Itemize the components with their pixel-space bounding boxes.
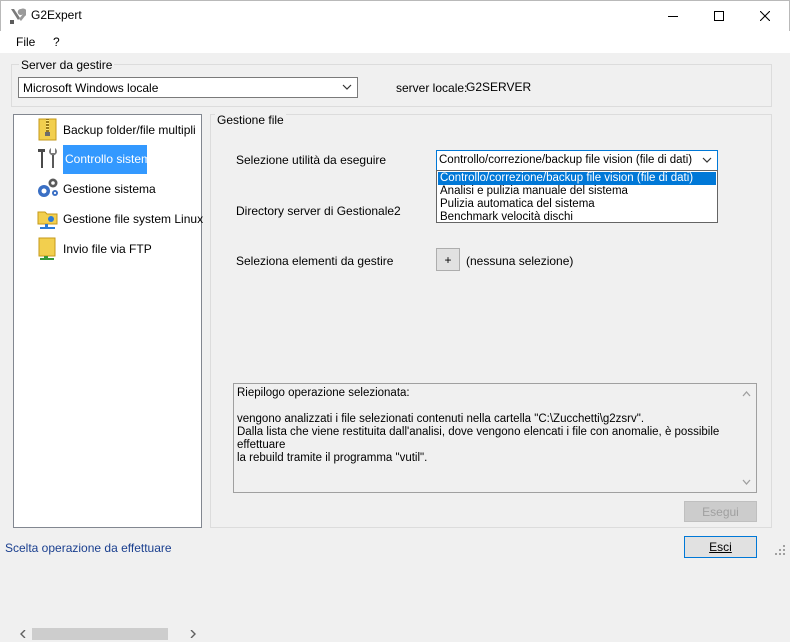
zip-folder-icon bbox=[36, 117, 60, 141]
tree-item-label: Gestione sistema bbox=[63, 182, 156, 196]
add-elements-button[interactable]: + bbox=[436, 248, 460, 271]
utility-combo-value: Controllo/correzione/backup file vision … bbox=[439, 154, 693, 166]
chevron-down-icon[interactable] bbox=[742, 479, 751, 485]
minimize-button[interactable] bbox=[650, 0, 696, 31]
close-icon bbox=[760, 10, 770, 21]
chevron-right-icon[interactable] bbox=[189, 630, 197, 638]
utility-combo[interactable]: Controllo/correzione/backup file vision … bbox=[436, 150, 718, 171]
tree-item-linux[interactable]: Gestione file system Linux bbox=[14, 204, 204, 234]
server-group-label: Server da gestire bbox=[19, 58, 115, 72]
gears-icon bbox=[36, 176, 60, 200]
minimize-icon bbox=[668, 15, 678, 17]
utility-dropdown-list[interactable]: Controllo/correzione/backup file vision … bbox=[436, 170, 718, 223]
menu-file[interactable]: File bbox=[16, 35, 35, 49]
chevron-up-icon[interactable] bbox=[742, 391, 751, 397]
summary-vertical-scrollbar[interactable] bbox=[738, 385, 755, 491]
scrollbar-thumb[interactable] bbox=[32, 628, 168, 640]
local-server-label: server locale: bbox=[396, 81, 468, 95]
selection-status: (nessuna selezione) bbox=[466, 254, 574, 268]
window-title: G2Expert bbox=[31, 8, 82, 22]
ftp-file-icon bbox=[36, 236, 60, 260]
tree-horizontal-scrollbar[interactable] bbox=[15, 626, 202, 642]
menu-bar bbox=[0, 31, 790, 53]
tools-icon bbox=[36, 146, 60, 170]
tree-item-gestione-sistema[interactable]: Gestione sistema bbox=[14, 174, 201, 204]
run-button[interactable]: Esegui bbox=[684, 501, 757, 522]
resize-grip-icon[interactable] bbox=[774, 544, 786, 556]
utility-label: Selezione utilità da eseguire bbox=[236, 153, 387, 167]
close-button[interactable] bbox=[742, 0, 788, 31]
elements-label: Seleziona elementi da gestire bbox=[236, 254, 394, 268]
tree-item-backup[interactable]: Backup folder/file multipli bbox=[14, 115, 201, 145]
chevron-down-icon bbox=[342, 84, 352, 90]
file-management-label: Gestione file bbox=[215, 113, 286, 127]
chevron-down-icon bbox=[702, 157, 712, 163]
exit-button[interactable]: Esci bbox=[684, 536, 757, 558]
dropdown-option[interactable]: Analisi e pulizia manuale del sistema bbox=[438, 185, 716, 198]
tree-item-label: Gestione file system Linux bbox=[63, 212, 204, 226]
network-folder-icon bbox=[36, 206, 60, 230]
summary-text: Riepilogo operazione selezionata: vengon… bbox=[237, 387, 720, 464]
dropdown-option[interactable]: Benchmark velocità dischi bbox=[438, 211, 716, 224]
operation-summary: Riepilogo operazione selezionata: vengon… bbox=[233, 383, 757, 493]
operation-tree[interactable]: Backup folder/file multipli Controllo si… bbox=[13, 114, 204, 642]
tree-item-label: Invio file via FTP bbox=[63, 242, 152, 256]
dropdown-option[interactable]: Pulizia automatica del sistema bbox=[438, 198, 716, 211]
status-text: Scelta operazione da effettuare bbox=[5, 541, 172, 555]
directory-label: Directory server di Gestionale2 bbox=[236, 204, 401, 218]
tools-icon bbox=[8, 7, 28, 25]
dropdown-option[interactable]: Controllo/correzione/backup file vision … bbox=[438, 172, 716, 185]
tree-item-ftp[interactable]: Invio file via FTP bbox=[14, 234, 201, 264]
chevron-left-icon[interactable] bbox=[19, 630, 27, 638]
maximize-icon bbox=[714, 10, 724, 21]
tree-item-label: Controllo sistema bbox=[63, 145, 158, 174]
maximize-button[interactable] bbox=[696, 0, 742, 31]
tree-item-controllo[interactable]: Controllo sistema bbox=[14, 144, 201, 174]
server-combo-value: Microsoft Windows locale bbox=[23, 81, 159, 95]
tree-item-label: Backup folder/file multipli bbox=[63, 123, 196, 137]
local-server-value: G2SERVER bbox=[466, 80, 532, 94]
menu-help[interactable]: ? bbox=[53, 35, 60, 49]
server-combo[interactable]: Microsoft Windows locale bbox=[18, 77, 358, 98]
